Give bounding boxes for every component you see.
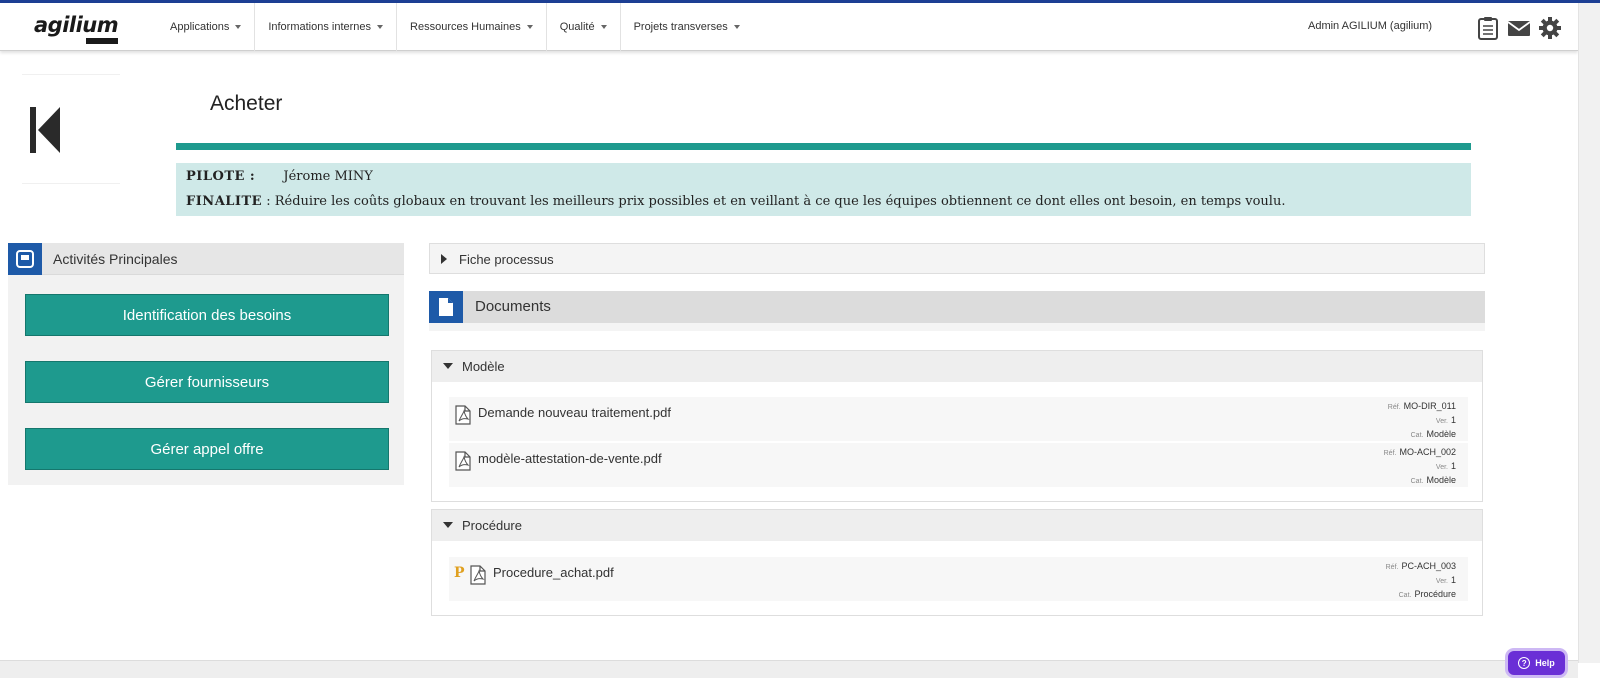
documents-header: Documents <box>429 291 1485 323</box>
activity-icon <box>8 243 42 275</box>
ref-key: Réf. <box>1387 404 1401 411</box>
caret-down-icon <box>443 522 453 528</box>
pdf-file-icon <box>470 565 486 589</box>
menu-projets-transverses[interactable]: Projets transverses <box>621 3 753 51</box>
document-item[interactable]: modèle-attestation-de-vente.pdf Réf. MO-A… <box>449 443 1468 487</box>
caret-down-icon <box>526 25 533 29</box>
finalite-label: FINALITE <box>186 194 263 209</box>
main-menu: Applications Informations internes Resso… <box>157 3 753 51</box>
document-icon <box>429 291 463 323</box>
gear-icon[interactable] <box>1538 16 1562 40</box>
group-header-toggle[interactable]: Modèle <box>432 351 1482 382</box>
menu-qualite[interactable]: Qualité <box>547 3 621 51</box>
title-divider <box>176 143 1471 150</box>
cat-key: Cat. <box>1398 592 1412 599</box>
menu-informations-internes[interactable]: Informations internes <box>255 3 398 51</box>
caret-down-icon <box>443 363 453 369</box>
cat-value: Modèle <box>1426 475 1456 485</box>
top-navbar: agilium Applications Informations intern… <box>0 3 1578 51</box>
clipboard-icon[interactable] <box>1476 16 1500 40</box>
procedure-mark-icon: P <box>454 565 465 581</box>
caret-down-icon <box>600 25 607 29</box>
documents-title: Documents <box>475 298 551 315</box>
menu-ressources-humaines[interactable]: Ressources Humaines <box>397 3 547 51</box>
activity-button-identification[interactable]: Identification des besoins <box>25 294 389 336</box>
documents-spacer <box>429 323 1485 331</box>
menu-applications[interactable]: Applications <box>157 3 256 51</box>
cat-key: Cat. <box>1410 432 1424 439</box>
group-label: Procédure <box>462 518 522 533</box>
ver-key: Ver. <box>1435 578 1448 585</box>
finalite-value: : Réduire les coûts globaux en trouvant … <box>266 194 1286 209</box>
ref-value: PC-ACH_003 <box>1401 561 1456 571</box>
caret-down-icon <box>377 25 384 29</box>
cat-value: Procédure <box>1414 589 1456 599</box>
agilium-logo[interactable]: agilium <box>34 13 119 44</box>
fiche-processus-toggle[interactable]: Fiche processus <box>429 243 1485 274</box>
ver-value: 1 <box>1450 575 1456 585</box>
page-title: Acheter <box>210 92 283 115</box>
menu-label: Applications <box>170 21 230 33</box>
pilote-value: Jérome MINY <box>283 169 373 184</box>
document-link[interactable]: modèle-attestation-de-vente.pdf <box>478 451 662 466</box>
panel-title: Activités Principales <box>53 251 178 267</box>
activity-button-appel-offre[interactable]: Gérer appel offre <box>25 428 389 470</box>
help-label: Help <box>1535 658 1555 668</box>
user-menu[interactable]: Admin AGILIUM (agilium) <box>1308 20 1432 32</box>
caret-down-icon <box>235 25 242 29</box>
question-icon: ? <box>1518 657 1531 669</box>
group-header-toggle[interactable]: Procédure <box>432 510 1482 541</box>
ver-key: Ver. <box>1435 464 1448 471</box>
document-link[interactable]: Demande nouveau traitement.pdf <box>478 405 671 420</box>
document-group-procedure: Procédure P Procedure_achat.pdf Réf. PC-A… <box>431 509 1483 616</box>
skip-back-icon <box>30 107 62 157</box>
logo-text: agilium <box>34 13 119 37</box>
ref-key: Réf. <box>1385 564 1399 571</box>
pdf-file-icon <box>455 451 471 475</box>
ref-key: Réf. <box>1383 450 1397 457</box>
menu-label: Ressources Humaines <box>410 21 521 33</box>
ver-value: 1 <box>1450 461 1456 471</box>
pilote-label: PILOTE : <box>186 169 256 184</box>
help-button[interactable]: ? Help <box>1508 651 1565 675</box>
ver-value: 1 <box>1450 415 1456 425</box>
ref-value: MO-ACH_002 <box>1399 447 1456 457</box>
back-button[interactable] <box>22 74 120 184</box>
menu-label: Projets transverses <box>633 21 728 33</box>
logo-underbar <box>86 38 118 44</box>
footer-bar <box>0 660 1578 678</box>
cat-key: Cat. <box>1410 478 1424 485</box>
caret-down-icon <box>733 25 740 29</box>
main-activities-panel: Activités Principales Identification des… <box>8 243 404 485</box>
cat-value: Modèle <box>1426 429 1456 439</box>
pilote-row: PILOTE : Jérome MINY <box>186 169 373 184</box>
caret-right-icon <box>441 254 447 264</box>
document-meta: Réf. MO-DIR_011 Ver. 1 Cat. Modèle <box>1388 400 1456 442</box>
document-item[interactable]: Demande nouveau traitement.pdf Réf. MO-DI… <box>449 397 1468 441</box>
document-item[interactable]: P Procedure_achat.pdf Réf. PC-ACH_003 Ver… <box>449 557 1468 601</box>
document-link[interactable]: Procedure_achat.pdf <box>493 565 614 580</box>
menu-label: Qualité <box>559 21 595 33</box>
document-group-modele: Modèle Demande nouveau traitement.pdf Ré… <box>431 350 1483 502</box>
activity-button-fournisseurs[interactable]: Gérer fournisseurs <box>25 361 389 403</box>
menu-label: Informations internes <box>268 21 372 33</box>
finalite-row: FINALITE : Réduire les coûts globaux en … <box>186 194 1285 209</box>
pdf-file-icon <box>455 405 471 429</box>
process-info-box: PILOTE : Jérome MINY FINALITE : Réduire … <box>176 163 1471 216</box>
mail-icon[interactable] <box>1507 16 1531 40</box>
document-meta: Réf. MO-ACH_002 Ver. 1 Cat. Modèle <box>1384 446 1456 488</box>
vertical-scrollbar[interactable] <box>1578 3 1600 663</box>
document-meta: Réf. PC-ACH_003 Ver. 1 Cat. Procédure <box>1386 560 1456 602</box>
fiche-label: Fiche processus <box>459 252 554 267</box>
group-label: Modèle <box>462 359 505 374</box>
panel-header: Activités Principales <box>8 243 404 275</box>
ver-key: Ver. <box>1435 418 1448 425</box>
ref-value: MO-DIR_011 <box>1403 401 1456 411</box>
